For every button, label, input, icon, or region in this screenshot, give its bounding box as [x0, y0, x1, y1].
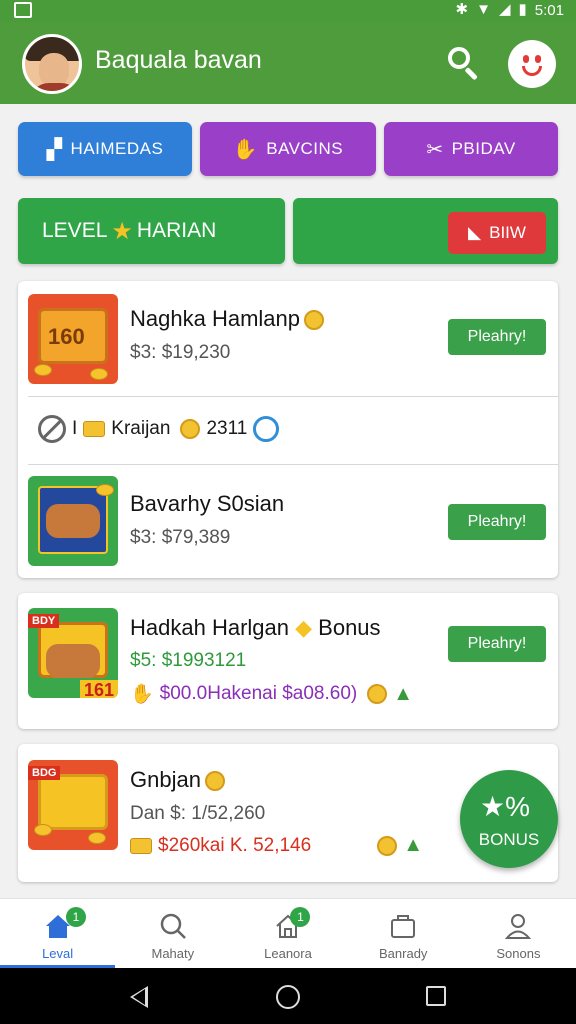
thumbs-up-icon[interactable]: ▲ — [403, 834, 423, 857]
avatar[interactable] — [22, 34, 82, 94]
notification-badge: 1 — [66, 907, 86, 927]
bag-icon: ▞ — [46, 138, 63, 161]
search-icon[interactable] — [446, 45, 482, 81]
scissors-icon: ✂ — [426, 138, 444, 161]
gallery-icon — [14, 2, 32, 18]
product-price: Dan $: 1/52,260 — [130, 803, 266, 824]
bonus-line: ✋ $00.0Hakenai $a08.60) ▲ — [130, 682, 413, 706]
product-thumbnail[interactable]: BDY 161 — [28, 608, 118, 698]
product-price: $3: $19,230 — [130, 342, 231, 363]
hand-icon: ✋ — [130, 684, 154, 705]
harian-label: HARIAN — [136, 219, 217, 242]
star-icon: ★ — [111, 217, 133, 245]
bug-icon: ✱ — [455, 1, 469, 18]
bonus-text: $00.0Hakenai $a08.60) — [159, 683, 358, 704]
back-icon[interactable] — [130, 986, 148, 1008]
bottom-nav: 1 Leval Mahaty 1 Leanora Banrady Sonons — [0, 898, 576, 968]
nav-item-leval[interactable]: 1 Leval — [0, 899, 116, 968]
nav-item-sonons[interactable]: Sonons — [461, 899, 576, 968]
gold-bar-icon — [130, 837, 152, 854]
refresh-icon[interactable] — [253, 416, 280, 442]
status-time: 5:01 — [534, 1, 564, 19]
bonus-fab[interactable]: ★% BONUS — [460, 770, 558, 868]
recent-apps-icon[interactable] — [426, 986, 446, 1006]
search-icon — [160, 913, 186, 939]
info-row: I Kraijan 2311 — [38, 415, 280, 443]
product-title: Bavarhy S0sian — [130, 491, 285, 516]
category-button-haimedas[interactable]: ▞ HAIMEDAS — [18, 122, 192, 176]
buy-button[interactable]: Pleahry! — [448, 626, 546, 662]
bonus-fab-label: BONUS — [478, 830, 540, 849]
product-title: Gnbjan — [130, 767, 225, 793]
product-title: Naghka Hamlanp — [130, 306, 324, 332]
notification-badge: 1 — [290, 907, 311, 927]
star-icon: ★% — [480, 791, 530, 822]
info-count: 2311 — [206, 418, 248, 439]
divider — [28, 464, 558, 465]
hand-icon: ✋ — [232, 138, 259, 161]
coin-icon — [303, 310, 324, 331]
category-button-bavcins[interactable]: ✋ BAVCINS — [200, 122, 376, 176]
nav-label: Sonons — [496, 946, 541, 961]
bonus-line: $260kai K. 52,146 ▲ — [130, 834, 423, 857]
nav-label: Leanora — [264, 946, 312, 961]
coin-icon — [180, 419, 201, 439]
buy-button[interactable]: Pleahry! — [448, 504, 546, 540]
product-price: $3: $79,389 — [130, 527, 231, 548]
battery-icon: ▮ — [518, 1, 527, 18]
category-label: HAIMEDAS — [70, 139, 164, 158]
level-harian-button[interactable]: LEVEL ★ HARIAN — [18, 198, 285, 264]
biiw-label: BIIW — [489, 223, 526, 242]
divider — [28, 396, 558, 397]
app-bar: Baquala bavan — [0, 22, 576, 104]
profile-icon — [505, 914, 532, 939]
coin-icon — [367, 684, 388, 704]
product-title: Hadkah Harlgan ◆ Bonus — [130, 615, 381, 640]
home-circle-icon[interactable] — [276, 985, 300, 1009]
coin-icon — [204, 771, 225, 792]
bag-icon — [391, 915, 416, 938]
nav-label: Banrady — [379, 946, 428, 961]
star-icon: ◆ — [295, 615, 313, 640]
shoe-icon: ◣ — [468, 223, 482, 242]
info-label: Kraijan — [111, 418, 171, 439]
system-nav-bar — [0, 968, 576, 1024]
level-label: LEVEL — [42, 219, 108, 242]
block-icon[interactable] — [38, 415, 66, 443]
category-label: PBIDAV — [451, 139, 516, 158]
mascot-icon[interactable] — [508, 40, 556, 88]
biiw-button[interactable]: ◣ BIIW — [448, 212, 546, 254]
nav-label: Leval — [42, 946, 74, 961]
gold-bar-icon — [83, 421, 106, 437]
product-price: $5: $1993121 — [130, 650, 247, 671]
product-thumbnail[interactable] — [28, 476, 118, 566]
coin-icon — [377, 835, 398, 856]
info-prefix: I — [72, 418, 78, 439]
category-button-pbidav[interactable]: ✂ PBIDAV — [384, 122, 558, 176]
product-thumbnail[interactable]: BDG — [28, 760, 118, 850]
nav-item-leanora[interactable]: 1 Leanora — [230, 899, 345, 968]
thumbs-up-icon[interactable]: ▲ — [393, 683, 413, 706]
nav-item-mahaty[interactable]: Mahaty — [115, 899, 230, 968]
signal-icon: ◢ — [498, 1, 511, 18]
category-label: BAVCINS — [266, 139, 344, 158]
bonus-text: $260kai K. 52,146 — [158, 834, 312, 856]
nav-item-banrady[interactable]: Banrady — [346, 899, 461, 968]
product-thumbnail[interactable]: 160 — [28, 294, 118, 384]
buy-button[interactable]: Pleahry! — [448, 319, 546, 355]
nav-label: Mahaty — [151, 946, 195, 961]
status-bar: ✱ ▼ ◢ ▮ 5:01 — [0, 0, 576, 22]
page-title: Baquala bavan — [95, 46, 262, 74]
wifi-icon: ▼ — [476, 1, 491, 18]
